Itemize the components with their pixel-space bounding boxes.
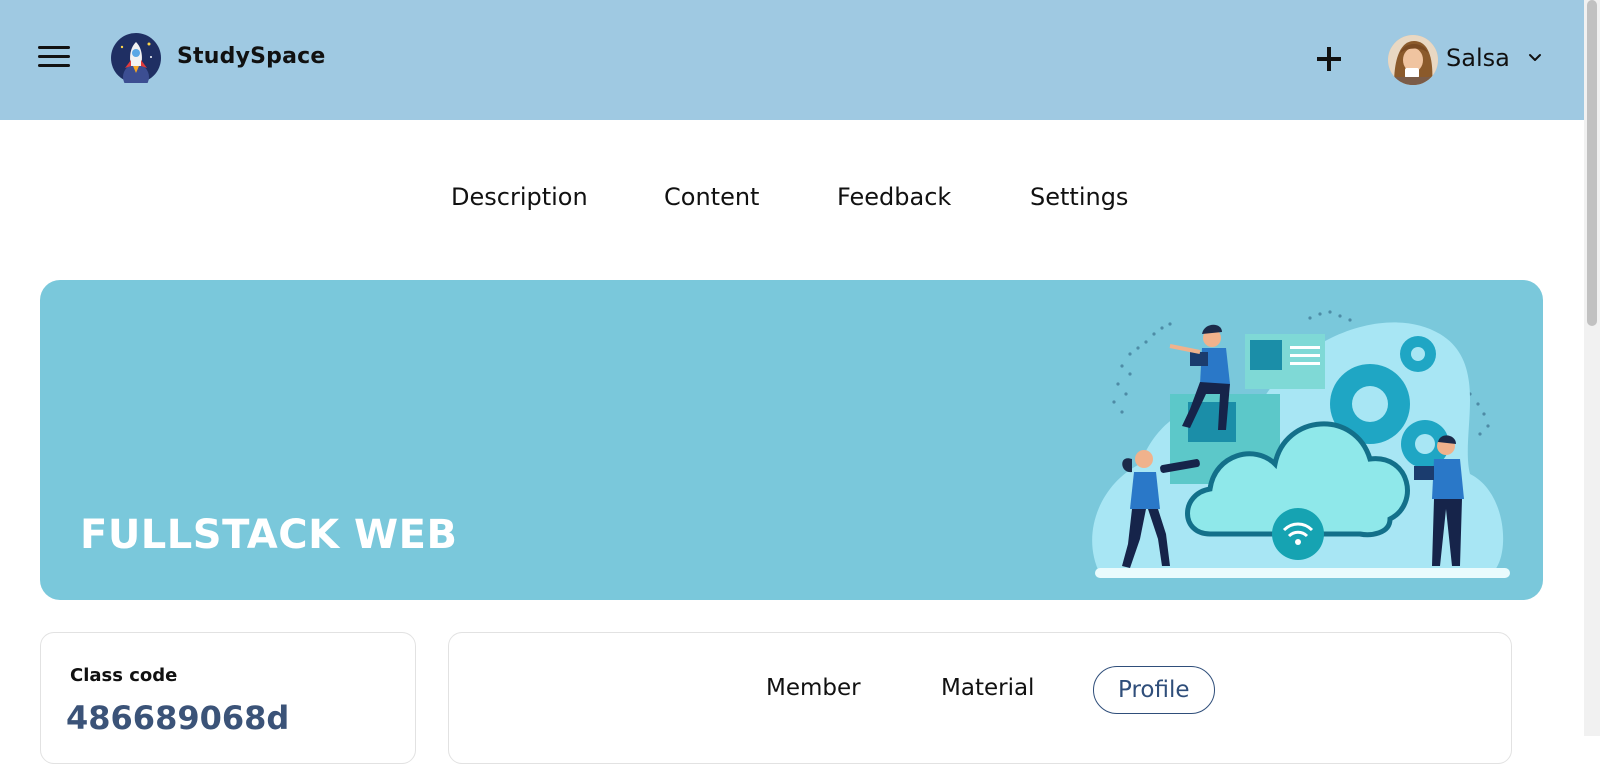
tab-feedback[interactable]: Feedback: [837, 183, 951, 211]
top-navbar: StudySpace Salsa: [0, 0, 1584, 120]
cloud-illustration: [1092, 310, 1510, 578]
class-code-label: Class code: [70, 665, 178, 686]
tab-content[interactable]: Content: [664, 183, 759, 211]
sub-tab-profile[interactable]: Profile: [1093, 666, 1215, 714]
scrollbar-thumb[interactable]: [1587, 0, 1597, 326]
rocket-logo[interactable]: [111, 33, 161, 83]
class-detail-card: Member Material Profile: [448, 632, 1512, 764]
username[interactable]: Salsa: [1446, 44, 1510, 72]
tab-description[interactable]: Description: [451, 183, 588, 211]
sub-tab-material[interactable]: Material: [941, 675, 1034, 701]
plus-icon[interactable]: [1314, 44, 1344, 74]
menu-icon[interactable]: [38, 46, 72, 72]
class-title: FULLSTACK WEB: [80, 512, 458, 558]
brand-name[interactable]: StudySpace: [177, 44, 326, 69]
class-code-value: 486689068d: [66, 699, 290, 737]
class-banner: FULLSTACK WEB: [40, 280, 1543, 600]
class-code-card: Class code 486689068d: [40, 632, 416, 764]
class-tabs: Description Content Feedback Settings: [0, 183, 1584, 223]
chevron-down-icon[interactable]: [1527, 50, 1543, 66]
tab-settings[interactable]: Settings: [1030, 183, 1128, 211]
avatar[interactable]: [1388, 35, 1438, 85]
sub-tab-member[interactable]: Member: [766, 675, 861, 701]
